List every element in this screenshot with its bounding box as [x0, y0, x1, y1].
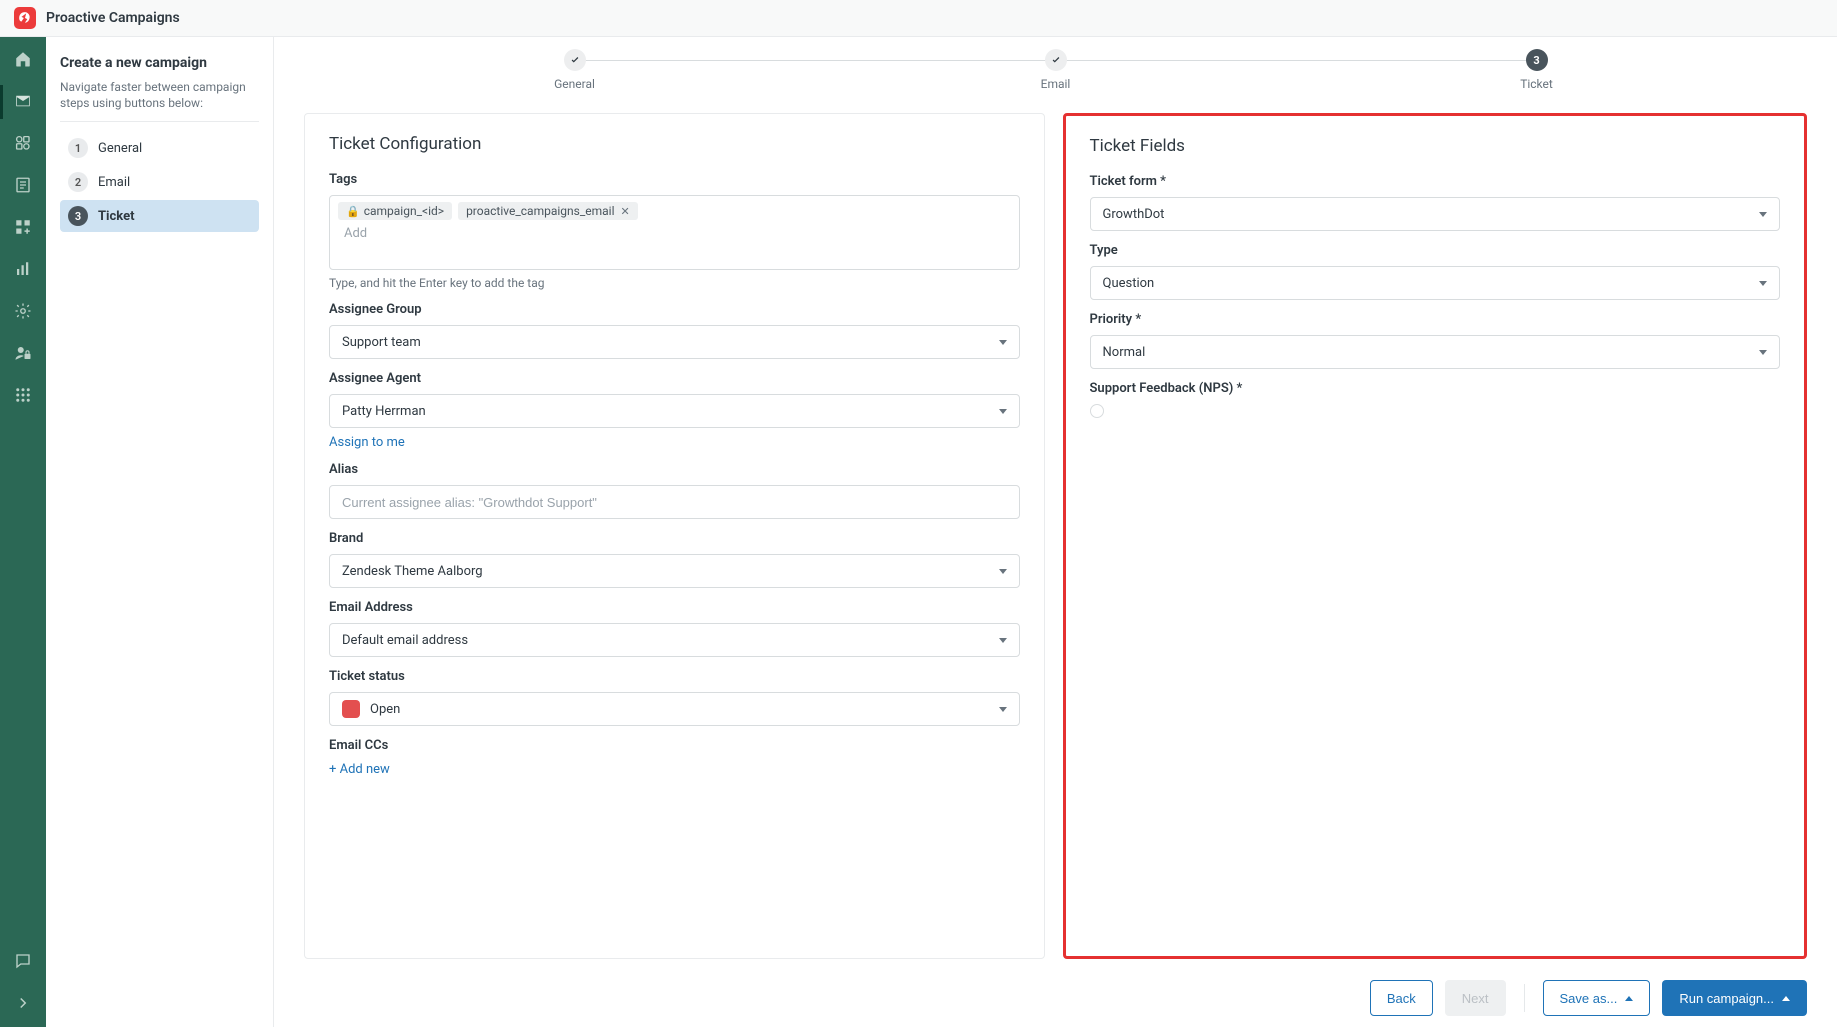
ticket-form-select[interactable]: GrowthDot — [1090, 197, 1781, 231]
back-button[interactable]: Back — [1370, 980, 1433, 1016]
ticket-configuration-panel: Ticket Configuration Tags 🔒campaign_<id>… — [304, 113, 1045, 959]
tags-add-placeholder[interactable]: Add — [338, 226, 1011, 241]
brand-select[interactable]: Zendesk Theme Aalborg — [329, 554, 1020, 588]
tag-item[interactable]: proactive_campaigns_email✕ — [458, 202, 638, 220]
add-widget-icon[interactable] — [13, 217, 33, 237]
stepper-dot-email[interactable] — [1045, 49, 1067, 71]
sidebar-step-general[interactable]: 1 General — [60, 132, 259, 164]
step-number: 1 — [68, 138, 88, 158]
step-number: 2 — [68, 172, 88, 192]
expand-icon[interactable] — [13, 993, 33, 1013]
home-icon[interactable] — [13, 49, 33, 69]
tags-label: Tags — [329, 172, 1020, 187]
run-campaign-button[interactable]: Run campaign... — [1662, 980, 1807, 1016]
templates-icon[interactable] — [13, 175, 33, 195]
divider — [1524, 984, 1525, 1012]
alias-label: Alias — [329, 462, 1020, 477]
stepper-dot-ticket[interactable]: 3 — [1526, 49, 1548, 71]
user-lock-icon[interactable] — [13, 343, 33, 363]
nps-radio[interactable] — [1090, 404, 1104, 418]
panel-title: Ticket Fields — [1090, 136, 1781, 156]
status-swatch — [342, 700, 360, 718]
step-label: Email — [98, 175, 130, 190]
mail-icon[interactable] — [13, 91, 33, 111]
alias-input[interactable] — [329, 485, 1020, 519]
footer: Back Next Save as... Run campaign... — [274, 969, 1837, 1027]
stepper-dot-general[interactable] — [564, 49, 586, 71]
sidebar-hint: Navigate faster between campaign steps u… — [60, 79, 259, 122]
type-label: Type — [1090, 243, 1781, 258]
type-select[interactable]: Question — [1090, 266, 1781, 300]
assignee-agent-label: Assignee Agent — [329, 371, 1020, 386]
add-cc-link[interactable]: Add new — [329, 762, 390, 777]
ticket-status-select[interactable]: Open — [329, 692, 1020, 726]
ticket-fields-panel: Ticket Fields Ticket form * GrowthDot Ty… — [1063, 113, 1808, 959]
sidebar-step-email[interactable]: 2 Email — [60, 166, 259, 198]
tags-input[interactable]: 🔒campaign_<id> proactive_campaigns_email… — [329, 195, 1020, 270]
chevron-up-icon — [1625, 996, 1633, 1001]
sidebar-step-ticket[interactable]: 3 Ticket — [60, 200, 259, 232]
panel-title: Ticket Configuration — [329, 134, 1020, 154]
stepper-label: Ticket — [1520, 77, 1553, 91]
save-as-button[interactable]: Save as... — [1543, 980, 1651, 1016]
step-label: General — [98, 141, 142, 156]
settings-icon[interactable] — [13, 301, 33, 321]
ticket-form-label: Ticket form * — [1090, 174, 1781, 189]
app-logo — [14, 7, 36, 29]
next-button: Next — [1445, 980, 1506, 1016]
components-icon[interactable] — [13, 133, 33, 153]
analytics-icon[interactable] — [13, 259, 33, 279]
remove-tag-icon[interactable]: ✕ — [621, 205, 630, 218]
sidebar: Create a new campaign Navigate faster be… — [46, 37, 274, 1027]
tag-locked: 🔒campaign_<id> — [338, 202, 452, 220]
priority-select[interactable]: Normal — [1090, 335, 1781, 369]
sidebar-heading: Create a new campaign — [60, 55, 259, 71]
nps-label: Support Feedback (NPS) * — [1090, 381, 1781, 396]
email-address-label: Email Address — [329, 600, 1020, 615]
stepper-label: Email — [1041, 77, 1071, 91]
apps-grid-icon[interactable] — [13, 385, 33, 405]
stepper-label: General — [554, 77, 595, 91]
assign-to-me-link[interactable]: Assign to me — [329, 435, 405, 450]
email-ccs-label: Email CCs — [329, 738, 1020, 753]
assignee-group-label: Assignee Group — [329, 302, 1020, 317]
brand-label: Brand — [329, 531, 1020, 546]
priority-label: Priority * — [1090, 312, 1781, 327]
app-title: Proactive Campaigns — [46, 10, 180, 26]
chat-icon[interactable] — [13, 951, 33, 971]
tags-hint: Type, and hit the Enter key to add the t… — [329, 276, 1020, 290]
assignee-agent-select[interactable]: Patty Herrman — [329, 394, 1020, 428]
ticket-status-label: Ticket status — [329, 669, 1020, 684]
assignee-group-select[interactable]: Support team — [329, 325, 1020, 359]
step-label: Ticket — [98, 209, 135, 224]
nav-rail — [0, 37, 46, 1027]
stepper: General Email 3 Ticket — [274, 37, 1837, 91]
step-number: 3 — [68, 206, 88, 226]
email-address-select[interactable]: Default email address — [329, 623, 1020, 657]
chevron-up-icon — [1782, 996, 1790, 1001]
lock-icon: 🔒 — [346, 205, 360, 218]
